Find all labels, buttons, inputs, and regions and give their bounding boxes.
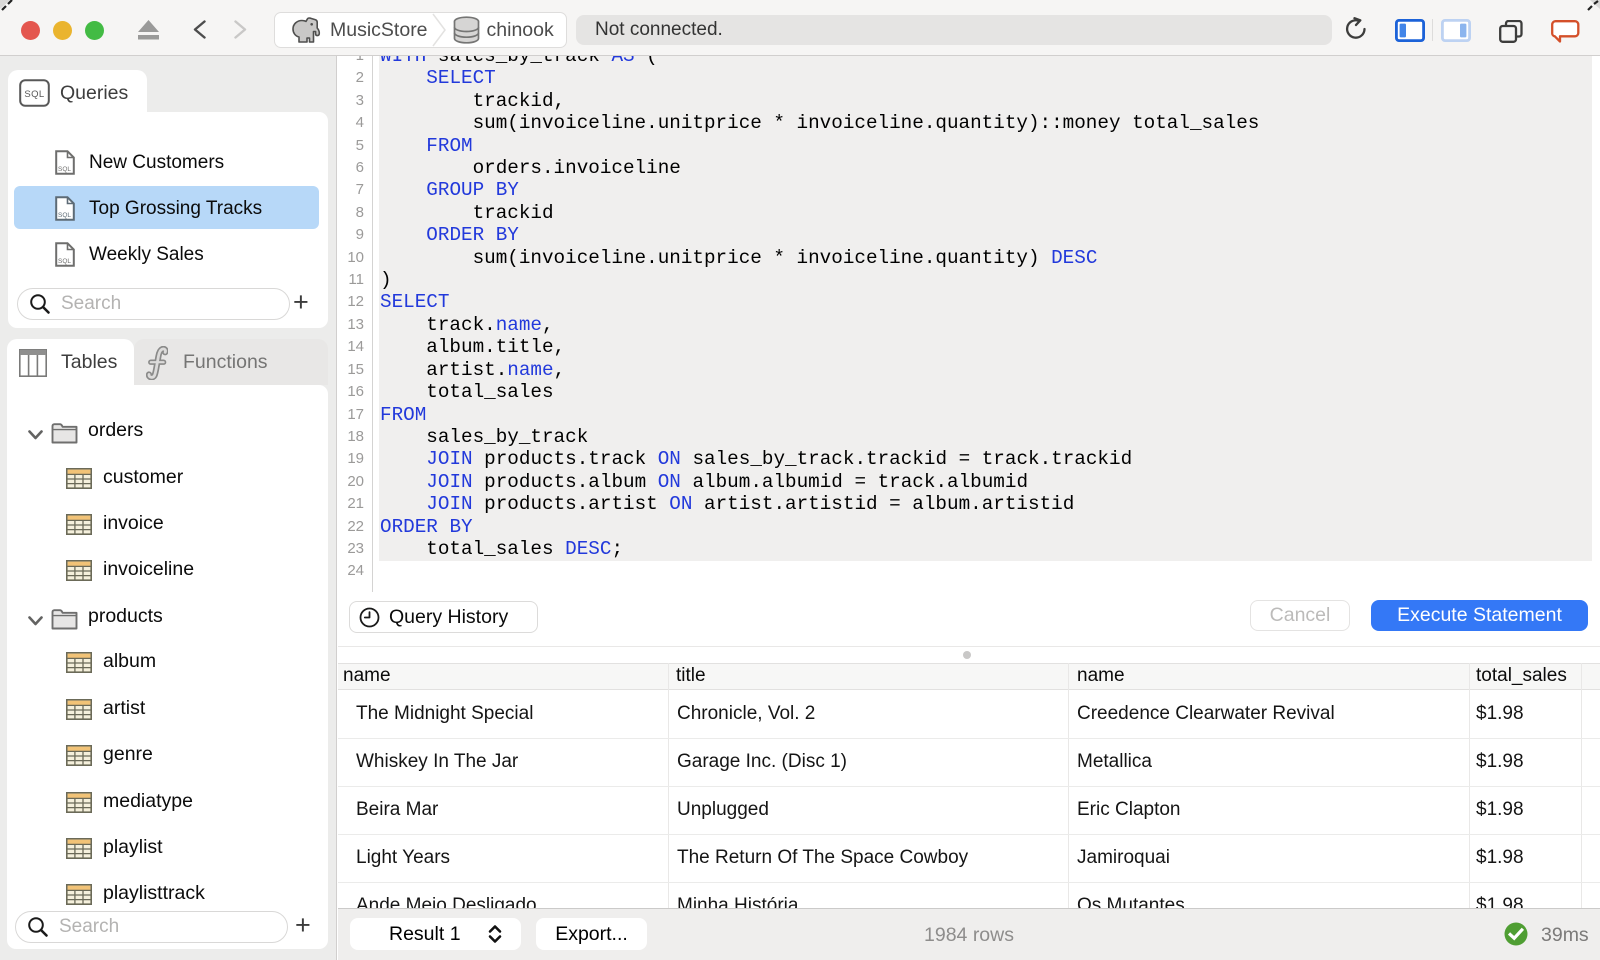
svg-text:SQL: SQL — [58, 258, 71, 265]
svg-text:SQL: SQL — [58, 212, 71, 219]
svg-text:SQL: SQL — [24, 89, 44, 100]
svg-text:SQL: SQL — [58, 166, 71, 173]
